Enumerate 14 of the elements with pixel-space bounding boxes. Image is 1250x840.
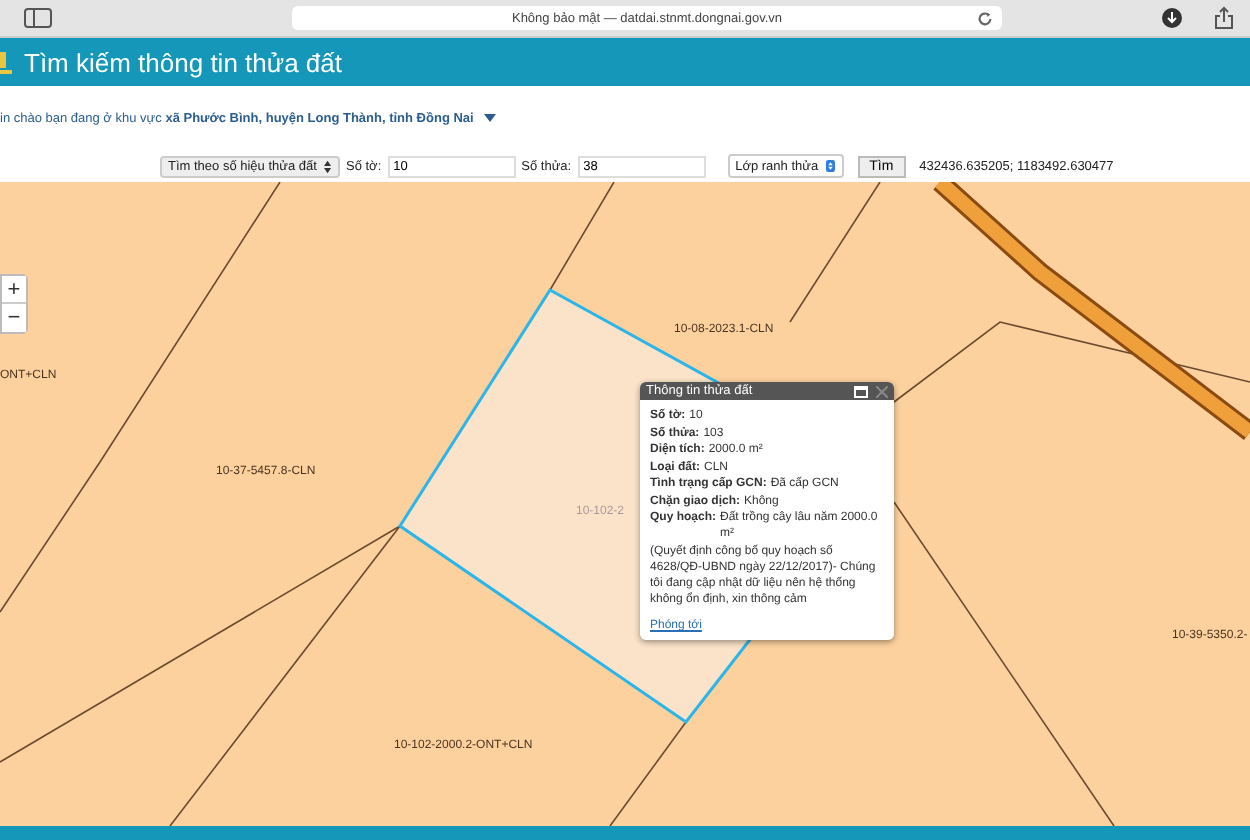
boundary-line [609,721,687,826]
page-title: Tìm kiếm thông tin thửa đất [24,47,342,77]
updown-icon [826,158,836,174]
boundary-line [549,182,615,291]
caret-icon[interactable] [483,114,496,122]
maximize-icon[interactable] [854,385,868,397]
share-icon[interactable] [1214,6,1234,30]
boundary-line [789,182,881,323]
zoom-in-button[interactable]: + [2,276,26,304]
logo-icon [0,48,12,76]
download-icon[interactable] [1162,8,1182,28]
reload-icon[interactable] [976,9,994,27]
updown-icon [324,159,332,173]
sidebar-icon[interactable] [24,8,52,28]
